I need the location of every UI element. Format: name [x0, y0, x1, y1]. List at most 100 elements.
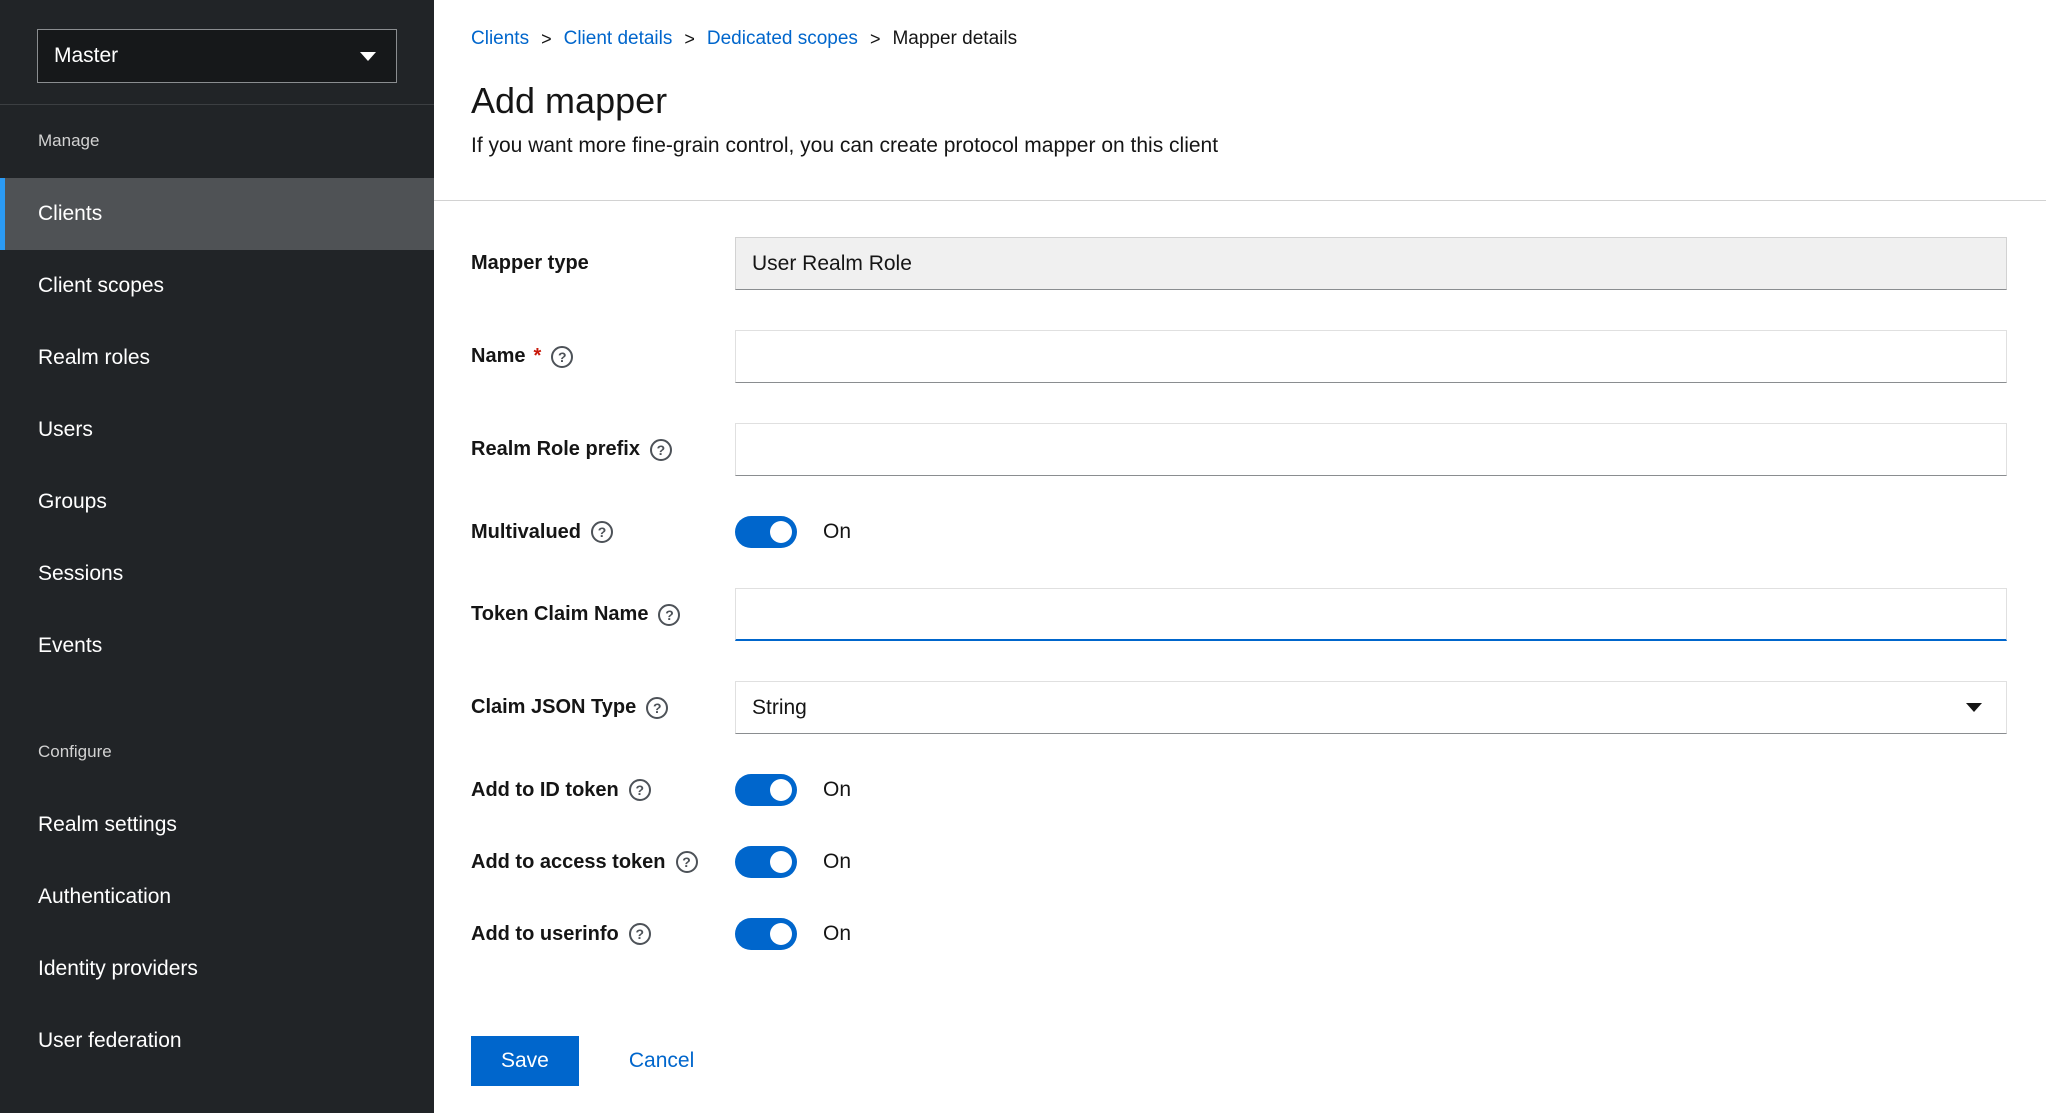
breadcrumb-mapper-details: Mapper details: [892, 28, 1018, 49]
nav-section-configure: Configure Realm settings Authentication …: [0, 742, 434, 1077]
help-icon[interactable]: ?: [675, 851, 698, 873]
sidebar-item-label: Authentication: [38, 885, 172, 908]
page-header: Clients > Client details > Dedicated sco…: [434, 0, 2046, 158]
sidebar-item-realm-roles[interactable]: Realm roles: [0, 322, 434, 394]
sidebar-nav: Manage Clients Client scopes Realm roles…: [0, 105, 434, 1077]
help-icon[interactable]: ?: [591, 521, 614, 543]
toggle-knob: [770, 923, 792, 945]
sidebar-item-sessions[interactable]: Sessions: [0, 538, 434, 610]
form-row-claim-json-type: Claim JSON Type ? String: [471, 681, 2007, 734]
nav-section-manage: Manage Clients Client scopes Realm roles…: [0, 131, 434, 682]
add-to-id-token-state-label: On: [823, 778, 852, 801]
sidebar-item-label: Realm roles: [38, 346, 151, 369]
nav-list-manage: Clients Client scopes Realm roles Users …: [0, 178, 434, 682]
add-to-access-token-state-label: On: [823, 850, 852, 873]
multivalued-label: Multivalued ?: [471, 521, 735, 544]
breadcrumb: Clients > Client details > Dedicated sco…: [471, 28, 2007, 50]
add-mapper-form: Mapper type Name * ? R: [434, 201, 2046, 1086]
add-to-id-token-label: Add to ID token ?: [471, 779, 735, 802]
page-subtitle: If you want more fine-grain control, you…: [471, 134, 1219, 157]
sidebar-item-client-scopes[interactable]: Client scopes: [0, 250, 434, 322]
claim-json-type-value: String: [752, 695, 807, 719]
sidebar-item-label: Users: [38, 418, 93, 441]
multivalued-state-label: On: [823, 520, 852, 543]
sidebar-item-identity-providers[interactable]: Identity providers: [0, 933, 434, 1005]
token-claim-name-label-text: Token Claim Name: [471, 603, 649, 625]
breadcrumb-separator-icon: >: [541, 28, 552, 49]
sidebar-item-users[interactable]: Users: [0, 394, 434, 466]
realm-role-prefix-input[interactable]: [735, 423, 2007, 476]
caret-down-icon: [1966, 703, 1982, 712]
add-to-userinfo-label-text: Add to userinfo: [471, 922, 619, 945]
sidebar-item-label: Identity providers: [38, 957, 198, 980]
breadcrumb-dedicated-scopes[interactable]: Dedicated scopes: [707, 28, 858, 50]
page-title: Add mapper: [471, 80, 668, 121]
form-row-name: Name * ?: [471, 330, 2007, 383]
realm-role-prefix-label-text: Realm Role prefix: [471, 438, 640, 460]
form-row-add-to-access-token: Add to access token ? On: [471, 846, 2007, 878]
sidebar-item-user-federation[interactable]: User federation: [0, 1005, 434, 1077]
add-to-userinfo-label: Add to userinfo ?: [471, 923, 735, 946]
breadcrumb-separator-icon: >: [684, 28, 695, 49]
help-icon[interactable]: ?: [628, 779, 651, 801]
sidebar-item-label: Groups: [38, 490, 107, 513]
toggle-knob: [770, 779, 792, 801]
sidebar-item-groups[interactable]: Groups: [0, 466, 434, 538]
claim-json-type-label: Claim JSON Type ?: [471, 696, 735, 719]
form-actions: Save Cancel: [471, 1036, 2007, 1086]
sidebar-item-authentication[interactable]: Authentication: [0, 861, 434, 933]
sidebar-item-realm-settings[interactable]: Realm settings: [0, 789, 434, 861]
toggle-knob: [770, 851, 792, 873]
realm-selector-area: Master: [0, 0, 434, 105]
mapper-type-label-text: Mapper type: [471, 252, 589, 274]
sidebar-item-label: Events: [38, 634, 103, 657]
claim-json-type-select[interactable]: String: [735, 681, 2007, 734]
claim-json-type-label-text: Claim JSON Type: [471, 696, 637, 718]
help-icon[interactable]: ?: [551, 345, 574, 368]
sidebar-item-clients[interactable]: Clients: [0, 178, 434, 250]
sidebar-item-label: User federation: [38, 1029, 182, 1052]
breadcrumb-separator-icon: >: [869, 28, 881, 49]
required-indicator: *: [533, 345, 542, 367]
sidebar-item-events[interactable]: Events: [0, 610, 434, 682]
sidebar-item-label: Realm settings: [38, 813, 177, 836]
token-claim-name-input[interactable]: [735, 588, 2007, 641]
realm-selector[interactable]: Master: [37, 29, 397, 83]
help-icon[interactable]: ?: [628, 923, 651, 945]
sidebar: Master Manage Clients Client scopes Real…: [0, 0, 434, 1113]
multivalued-toggle[interactable]: [735, 516, 797, 548]
sidebar-item-label: Sessions: [38, 562, 124, 585]
help-icon[interactable]: ?: [649, 438, 672, 461]
form-row-add-to-userinfo: Add to userinfo ? On: [471, 918, 2007, 950]
name-label: Name * ?: [471, 345, 735, 368]
token-claim-name-label: Token Claim Name ?: [471, 603, 735, 626]
form-row-multivalued: Multivalued ? On: [471, 516, 2007, 548]
form-row-add-to-id-token: Add to ID token ? On: [471, 774, 2007, 806]
sidebar-item-label: Clients: [38, 202, 103, 225]
toggle-knob: [770, 521, 792, 543]
form-row-mapper-type: Mapper type: [471, 237, 2007, 290]
add-to-access-token-toggle[interactable]: [735, 846, 797, 878]
breadcrumb-clients[interactable]: Clients: [471, 28, 529, 50]
realm-role-prefix-label: Realm Role prefix ?: [471, 438, 735, 461]
add-to-id-token-toggle[interactable]: [735, 774, 797, 806]
app-root: Master Manage Clients Client scopes Real…: [0, 0, 2046, 1113]
help-icon[interactable]: ?: [658, 603, 681, 626]
cancel-button[interactable]: Cancel: [629, 1049, 694, 1073]
name-label-text: Name: [471, 345, 526, 367]
add-to-userinfo-toggle[interactable]: [735, 918, 797, 950]
name-input[interactable]: [735, 330, 2007, 383]
main-content: Clients > Client details > Dedicated sco…: [434, 0, 2046, 1113]
nav-list-configure: Realm settings Authentication Identity p…: [0, 789, 434, 1077]
multivalued-label-text: Multivalued: [471, 520, 582, 543]
add-to-access-token-label: Add to access token ?: [471, 851, 735, 874]
sidebar-item-label: Client scopes: [38, 274, 165, 297]
add-to-userinfo-state-label: On: [823, 922, 852, 945]
breadcrumb-client-details[interactable]: Client details: [564, 28, 673, 50]
add-to-access-token-label-text: Add to access token: [471, 850, 666, 873]
form-row-realm-role-prefix: Realm Role prefix ?: [471, 423, 2007, 476]
mapper-type-input[interactable]: [735, 237, 2007, 290]
help-icon[interactable]: ?: [646, 696, 669, 719]
save-button[interactable]: Save: [471, 1036, 579, 1086]
add-to-id-token-label-text: Add to ID token: [471, 778, 619, 801]
